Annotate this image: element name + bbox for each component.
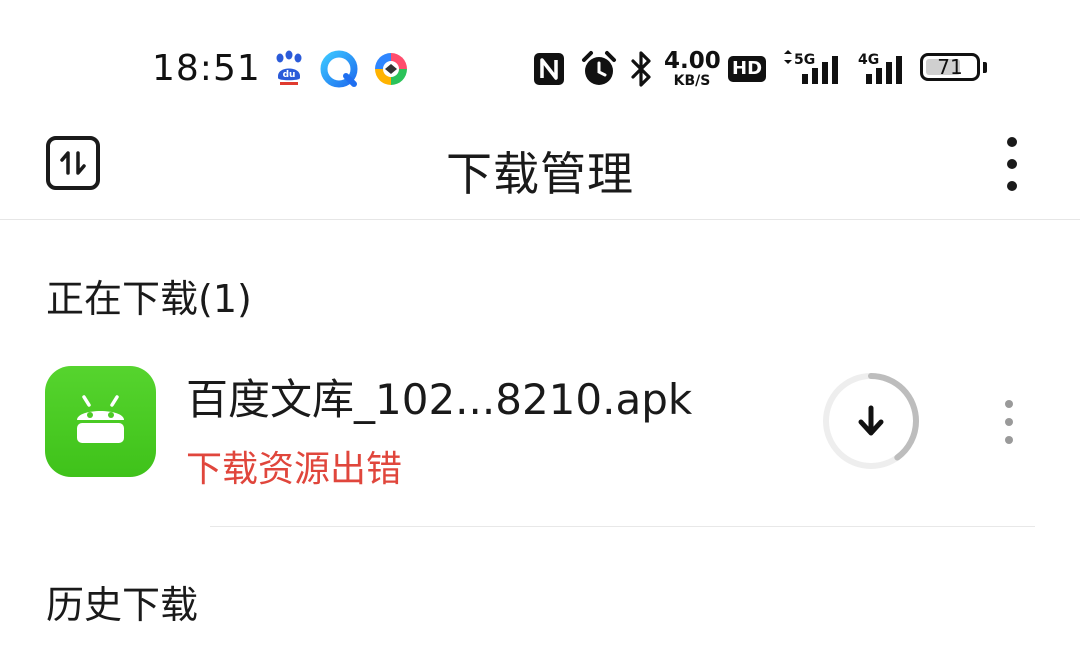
list-divider xyxy=(210,526,1035,527)
downloading-section-title: 正在下载(1) xyxy=(46,277,252,321)
download-file-name: 百度文库_102...8210.apk xyxy=(186,375,693,424)
more-vert-icon xyxy=(1007,137,1017,191)
baidu-paw-icon: du xyxy=(270,50,308,88)
status-time: 18:51 xyxy=(152,48,261,89)
battery-cap xyxy=(983,62,987,73)
signal-4g-label: 4G xyxy=(858,52,879,68)
alarm-icon xyxy=(580,50,618,88)
download-arrow-icon xyxy=(858,405,884,436)
android-icon xyxy=(77,395,124,443)
battery-level: 71 xyxy=(937,55,963,79)
apk-file-icon xyxy=(45,366,156,477)
hd-voice-badge: HD xyxy=(728,56,767,82)
nfc-icon xyxy=(532,50,570,88)
item-more-button[interactable] xyxy=(994,398,1024,446)
page-title: 下载管理 xyxy=(446,147,634,201)
network-speed-unit: KB/S xyxy=(673,73,711,89)
network-speed: 4.00 KB/S xyxy=(664,48,721,89)
more-options-button[interactable] xyxy=(990,134,1034,194)
signal-5g-label: 5G xyxy=(794,52,815,68)
history-section-title: 历史下载 xyxy=(46,583,199,627)
download-item[interactable]: 百度文库_102...8210.apk 下载资源出错 xyxy=(0,340,1080,528)
bluetooth-icon xyxy=(628,50,666,88)
status-bar: 18:51 du 4.00 KB/S HD 5G 4G 71 xyxy=(0,0,1080,120)
more-vert-icon xyxy=(1005,400,1013,444)
browser-icon xyxy=(320,50,358,88)
battery-icon: 71 xyxy=(920,53,980,81)
network-speed-value: 4.00 xyxy=(664,48,721,74)
app-bar: 下载管理 xyxy=(0,120,1080,220)
svg-text:du: du xyxy=(283,70,296,80)
resume-download-button[interactable] xyxy=(820,370,922,472)
download-status: 下载资源出错 xyxy=(186,449,403,490)
signal-5g-icon: 5G xyxy=(780,50,846,88)
signal-4g-icon: 4G xyxy=(856,50,912,88)
colorful-app-icon xyxy=(372,50,410,88)
